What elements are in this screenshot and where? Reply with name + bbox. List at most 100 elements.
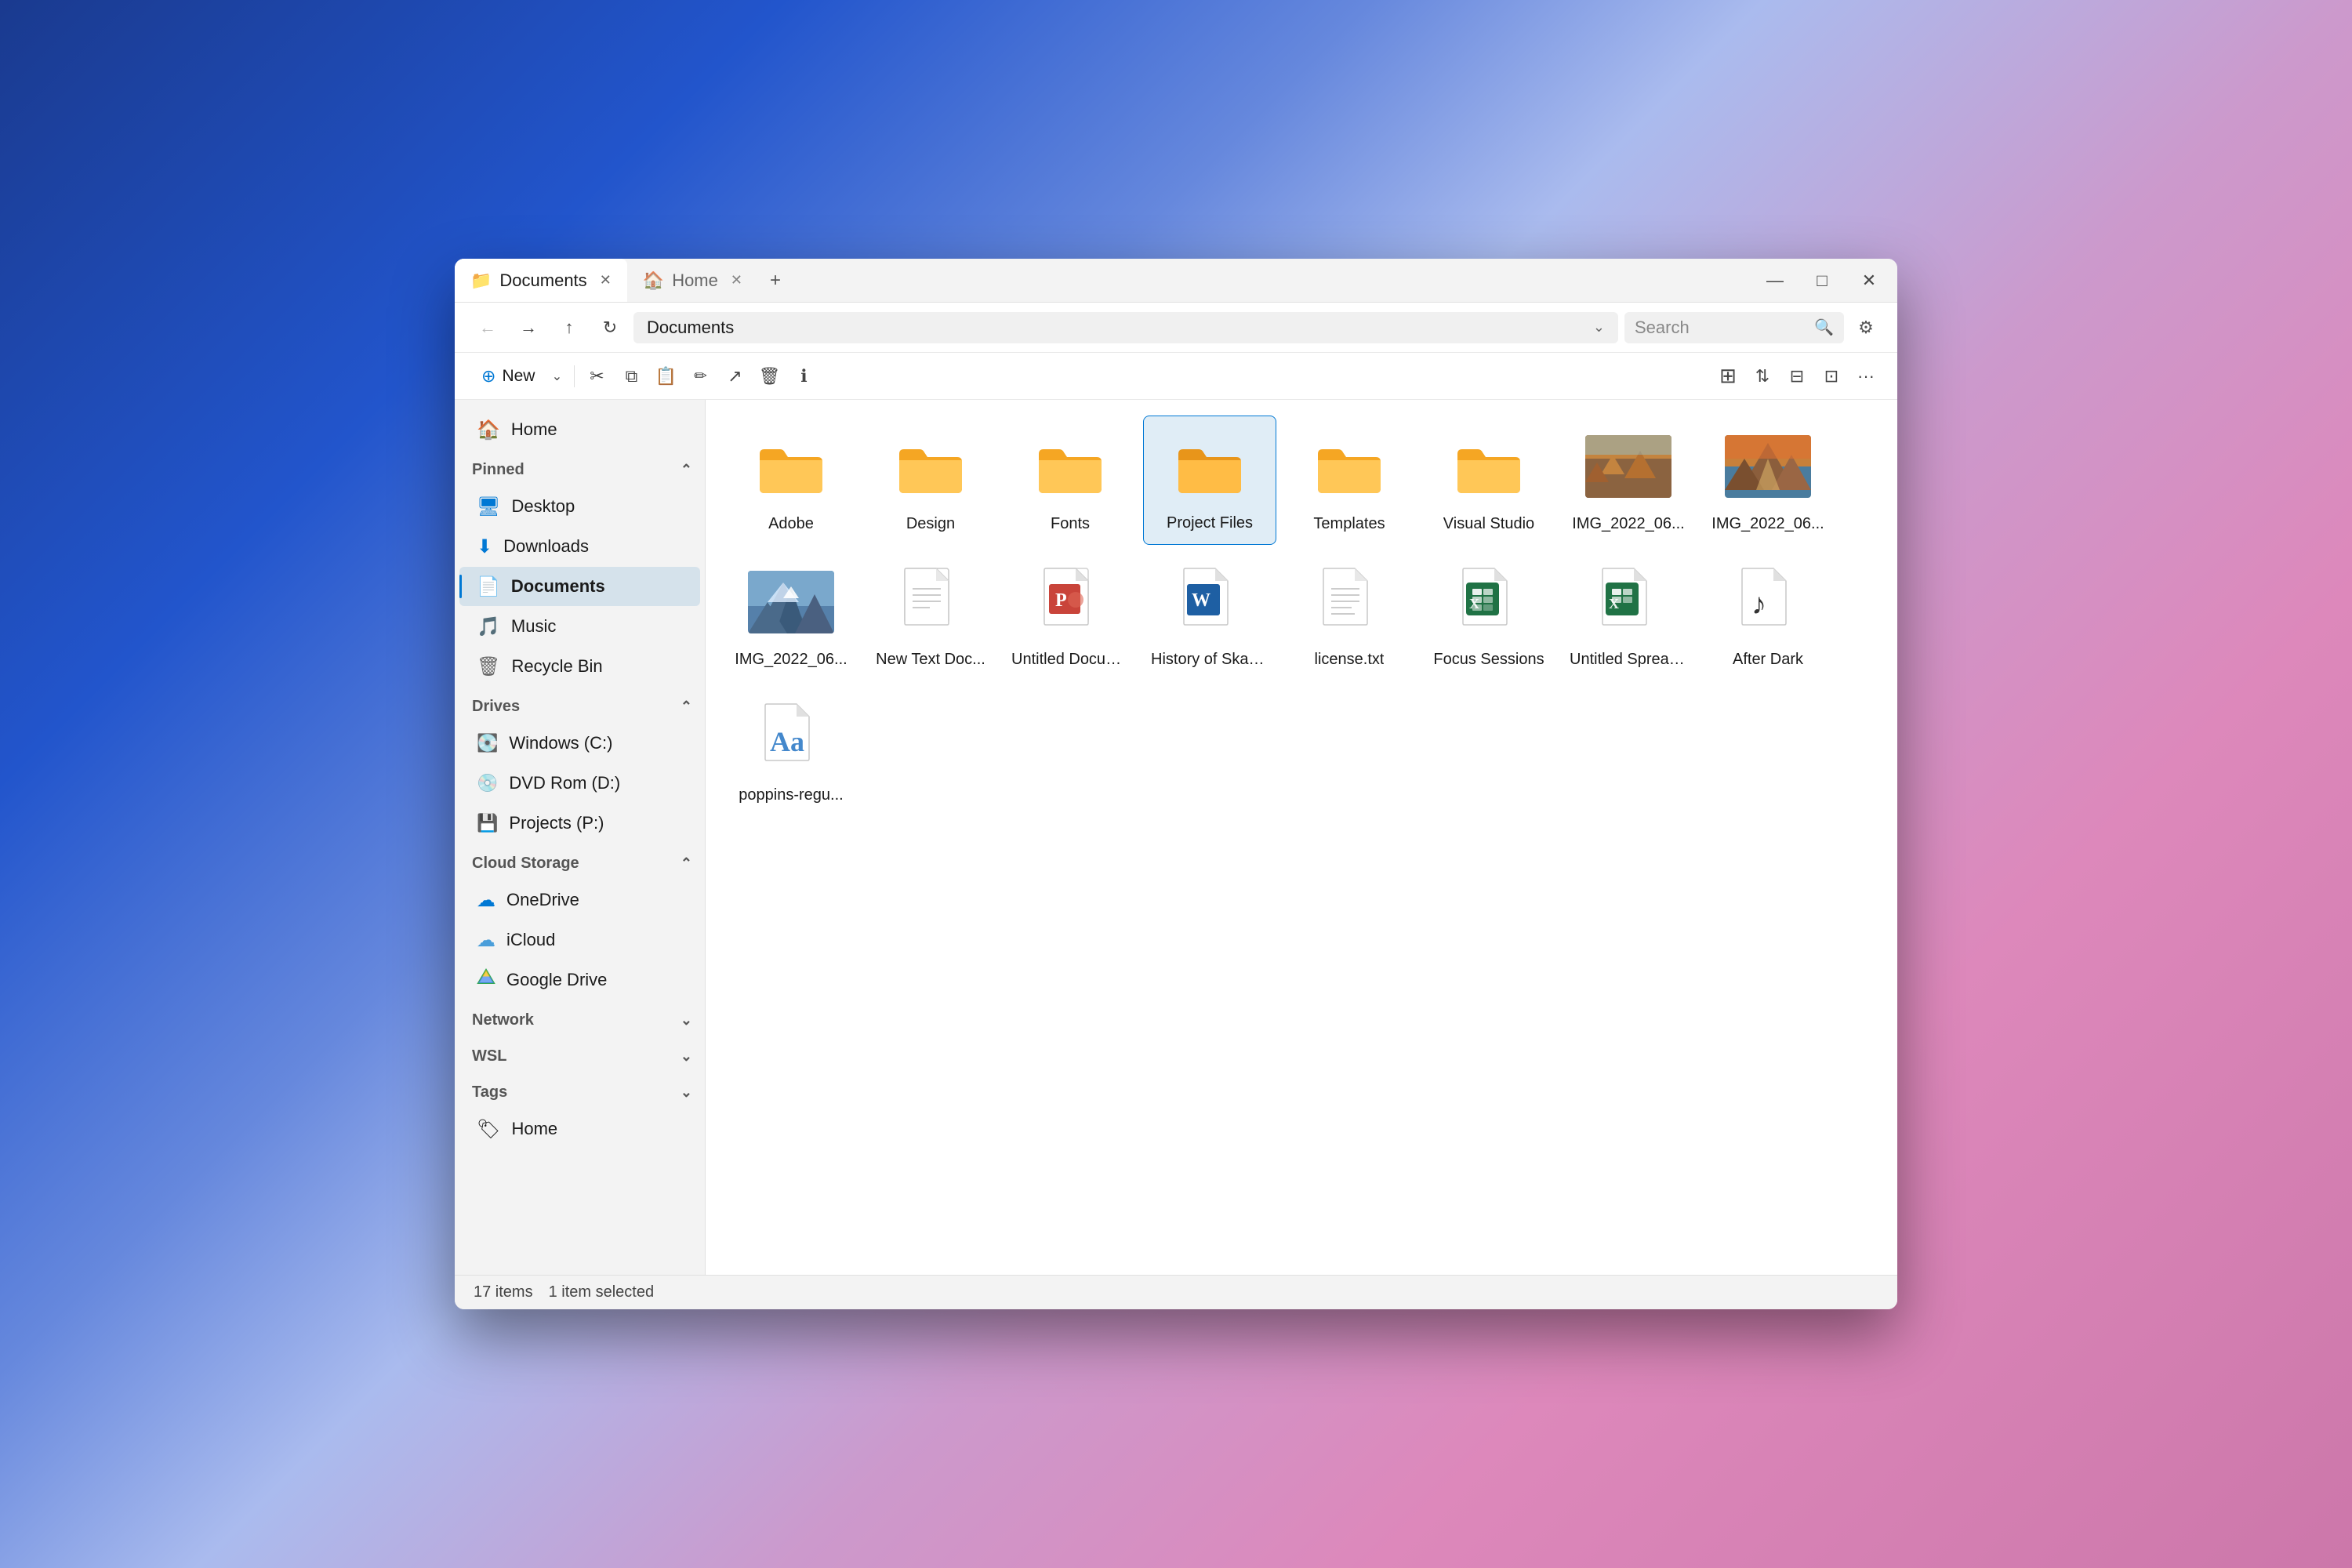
file-name-visual-studio: Visual Studio <box>1443 514 1534 534</box>
file-item-templates[interactable]: Templates <box>1283 416 1416 545</box>
sidebar-item-recycle[interactable]: 🗑 Recycle Bin 📌 <box>459 647 700 686</box>
back-button[interactable]: ← <box>470 312 505 343</box>
sidebar-item-tags-home[interactable]: 🏷 Home <box>459 1109 700 1149</box>
wsl-label: WSL <box>472 1047 506 1065</box>
status-item-count: 17 items <box>474 1283 533 1301</box>
img-snow-thumbnail <box>748 571 834 633</box>
close-button[interactable]: ✕ <box>1846 259 1893 303</box>
info-button[interactable]: ℹ <box>788 361 819 392</box>
visual-studio-folder-icon-svg <box>1454 438 1523 495</box>
sidebar-item-dvd-d[interactable]: 💿 DVD Rom (D:) <box>459 764 700 803</box>
search-bar[interactable]: Search 🔍 <box>1624 312 1844 343</box>
close-tab-home[interactable]: ✕ <box>731 272 742 289</box>
sidebar-section-tags[interactable]: Tags ⌄ <box>455 1076 705 1108</box>
xlsx-spreads-icon-svg: X <box>1599 567 1657 637</box>
sidebar-item-onedrive[interactable]: ☁ OneDrive <box>459 880 700 920</box>
img-desert-thumbnail <box>1585 435 1671 498</box>
img-snow-icon-wrapper <box>731 561 851 643</box>
delete-button[interactable]: 🗑 <box>753 361 785 392</box>
file-item-license-txt[interactable]: license.txt <box>1283 551 1416 681</box>
layout-button[interactable]: ⊡ <box>1816 361 1847 392</box>
sidebar-section-network[interactable]: Network ⌄ <box>455 1004 705 1036</box>
minimize-button[interactable]: — <box>1751 259 1798 303</box>
file-item-design[interactable]: Design <box>864 416 997 545</box>
file-item-history-skate[interactable]: W History of Skate... <box>1143 551 1276 681</box>
home-icon: 🏠 <box>477 419 500 441</box>
close-tab-documents[interactable]: ✕ <box>600 272 612 289</box>
view-list-button[interactable]: ⊟ <box>1781 361 1813 392</box>
address-bar[interactable]: Documents ⌄ <box>633 312 1618 343</box>
sidebar-item-music[interactable]: 🎵 Music 📌 <box>459 607 700 646</box>
paste-button[interactable]: 📋 <box>650 361 681 392</box>
address-chevron-icon[interactable]: ⌄ <box>1593 319 1605 336</box>
svg-text:Aa: Aa <box>770 726 804 757</box>
documents-icon: 📄 <box>477 575 500 598</box>
new-dropdown-button[interactable]: ⌄ <box>546 361 568 392</box>
title-bar: 📁 Documents ✕ 🏠 Home ✕ + — □ ✕ <box>455 259 1897 303</box>
share-button[interactable]: ↗ <box>719 361 750 392</box>
sidebar-item-desktop[interactable]: 🖥 Desktop 📌 <box>459 487 700 526</box>
svg-text:X: X <box>1609 596 1619 612</box>
sidebar-item-windows-c[interactable]: 💽 Windows (C:) <box>459 724 700 763</box>
sidebar-item-gdrive[interactable]: Google Drive <box>459 960 700 1000</box>
settings-button[interactable]: ⚙ <box>1850 312 1882 343</box>
address-text: Documents <box>647 318 734 338</box>
main-content: 🏠 Home Pinned ⌃ 🖥 Desktop 📌 ⬇ Downloads … <box>455 400 1897 1275</box>
file-item-untitled-spreads[interactable]: X Untitled Spreads... <box>1562 551 1695 681</box>
view-thumbnails-button[interactable]: ⊞ <box>1712 361 1744 392</box>
img-desert-icon-wrapper <box>1568 425 1689 507</box>
new-button[interactable]: ⊕ New <box>470 361 546 392</box>
explorer-window: 📁 Documents ✕ 🏠 Home ✕ + — □ ✕ ← → ↑ ↻ D… <box>455 259 1897 1309</box>
file-item-img-desert[interactable]: IMG_2022_06... <box>1562 416 1695 545</box>
sidebar-item-icloud[interactable]: ☁ iCloud <box>459 920 700 960</box>
sidebar-home-label: Home <box>511 419 683 440</box>
sidebar-item-home[interactable]: 🏠 Home <box>459 410 700 449</box>
file-item-focus-sessions[interactable]: X Focus Sessions <box>1422 551 1555 681</box>
copy-button[interactable]: ⧉ <box>615 361 647 392</box>
cut-button[interactable]: ✂ <box>581 361 612 392</box>
sidebar-item-projects-p[interactable]: 💾 Projects (P:) <box>459 804 700 843</box>
file-item-img-mountain[interactable]: IMG_2022_06... <box>1701 416 1835 545</box>
downloads-icon: ⬇ <box>477 535 492 558</box>
forward-button[interactable]: → <box>511 312 546 343</box>
file-item-adobe[interactable]: Adobe <box>724 416 858 545</box>
sidebar-section-wsl[interactable]: WSL ⌄ <box>455 1040 705 1072</box>
sidebar-gdrive-label: Google Drive <box>506 970 683 990</box>
search-icon: 🔍 <box>1814 318 1834 337</box>
file-item-fonts[interactable]: Fonts <box>1004 416 1137 545</box>
untitled-docum-icon-wrapper: P <box>1010 561 1131 643</box>
file-item-visual-studio[interactable]: Visual Studio <box>1422 416 1555 545</box>
poppins-icon-wrapper: Aa <box>731 696 851 779</box>
sidebar: 🏠 Home Pinned ⌃ 🖥 Desktop 📌 ⬇ Downloads … <box>455 400 706 1275</box>
fonts-folder-icon-svg <box>1036 438 1105 495</box>
up-button[interactable]: ↑ <box>552 312 586 343</box>
img-mountain-icon-wrapper <box>1708 425 1828 507</box>
sidebar-section-pinned[interactable]: Pinned ⌃ <box>455 454 705 485</box>
sort-button[interactable]: ⇅ <box>1747 361 1778 392</box>
sidebar-item-documents[interactable]: 📄 Documents 📌 <box>459 567 700 606</box>
fonts-folder-icon-wrapper <box>1010 425 1131 507</box>
sidebar-section-cloud[interactable]: Cloud Storage ⌃ <box>455 848 705 879</box>
refresh-button[interactable]: ↻ <box>593 312 627 343</box>
maximize-button[interactable]: □ <box>1798 259 1846 303</box>
tab-home[interactable]: 🏠 Home ✕ <box>627 259 758 302</box>
sidebar-downloads-label: Downloads <box>503 536 656 557</box>
file-item-project-files[interactable]: Project Files <box>1143 416 1276 545</box>
sidebar-windows-c-label: Windows (C:) <box>509 733 683 753</box>
pinned-chevron-icon: ⌃ <box>681 462 692 478</box>
sidebar-section-drives[interactable]: Drives ⌃ <box>455 691 705 722</box>
add-tab-button[interactable]: + <box>758 263 793 298</box>
tab-documents[interactable]: 📁 Documents ✕ <box>455 259 627 302</box>
file-name-templates: Templates <box>1313 514 1385 534</box>
file-name-poppins: poppins-regu... <box>739 785 843 805</box>
file-item-after-dark[interactable]: ♪ After Dark <box>1701 551 1835 681</box>
rename-button[interactable]: ✏ <box>684 361 716 392</box>
more-options-button[interactable]: ··· <box>1850 361 1882 392</box>
file-item-poppins[interactable]: Aa poppins-regu... <box>724 687 858 816</box>
design-folder-icon-wrapper <box>870 425 991 507</box>
sidebar-icloud-label: iCloud <box>506 930 683 950</box>
file-item-untitled-docum[interactable]: P Untitled Docum... <box>1004 551 1137 681</box>
file-item-new-text-doc[interactable]: New Text Doc... <box>864 551 997 681</box>
sidebar-item-downloads[interactable]: ⬇ Downloads 📌 <box>459 527 700 566</box>
file-item-img-snow[interactable]: IMG_2022_06... <box>724 551 858 681</box>
